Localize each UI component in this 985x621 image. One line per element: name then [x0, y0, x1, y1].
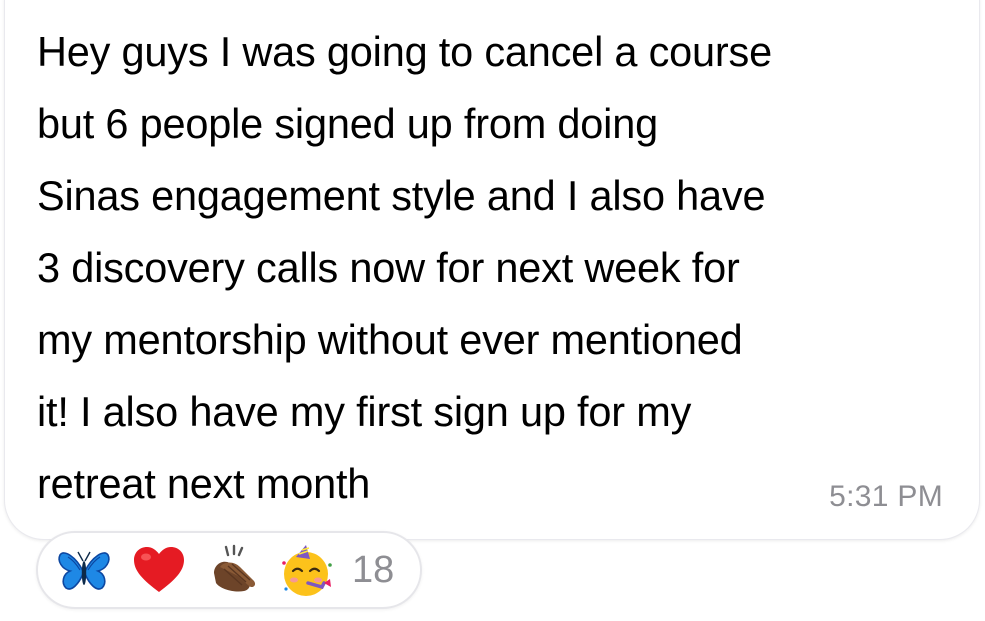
reaction-count: 18: [352, 549, 395, 591]
red-heart-icon: [131, 543, 187, 599]
clapping-hands-icon: [204, 543, 260, 599]
butterfly-icon: [56, 543, 112, 599]
message-bubble[interactable]: Hey guys I was going to cancel a course …: [4, 0, 980, 540]
reactions-pill[interactable]: 18: [36, 531, 422, 609]
message-text: Hey guys I was going to cancel a course …: [37, 28, 772, 507]
message-timestamp: 5:31 PM: [829, 480, 943, 513]
partying-face-icon: [278, 543, 334, 599]
